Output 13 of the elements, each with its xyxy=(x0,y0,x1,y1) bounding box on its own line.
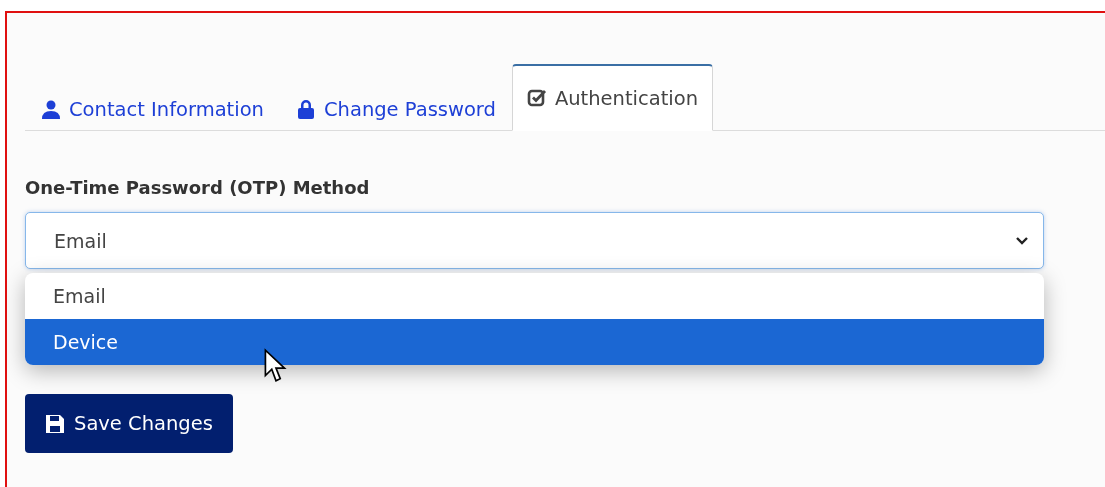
otp-method-select[interactable]: Email xyxy=(25,212,1044,269)
chevron-down-icon xyxy=(1015,235,1029,246)
checkbox-icon xyxy=(526,88,547,108)
person-icon xyxy=(41,99,61,119)
dropdown-option[interactable]: Device xyxy=(25,319,1044,365)
save-button[interactable]: Save Changes xyxy=(25,394,233,453)
tab[interactable]: Contact Information xyxy=(25,87,280,131)
tab[interactable]: Authentication xyxy=(511,64,714,131)
lock-icon xyxy=(295,99,316,119)
dropdown-option[interactable]: Email xyxy=(25,273,1044,319)
tab[interactable]: Change Password xyxy=(279,87,512,131)
mouse-pointer-icon xyxy=(263,348,289,384)
field-label: One-Time Password (OTP) Method xyxy=(25,177,371,198)
